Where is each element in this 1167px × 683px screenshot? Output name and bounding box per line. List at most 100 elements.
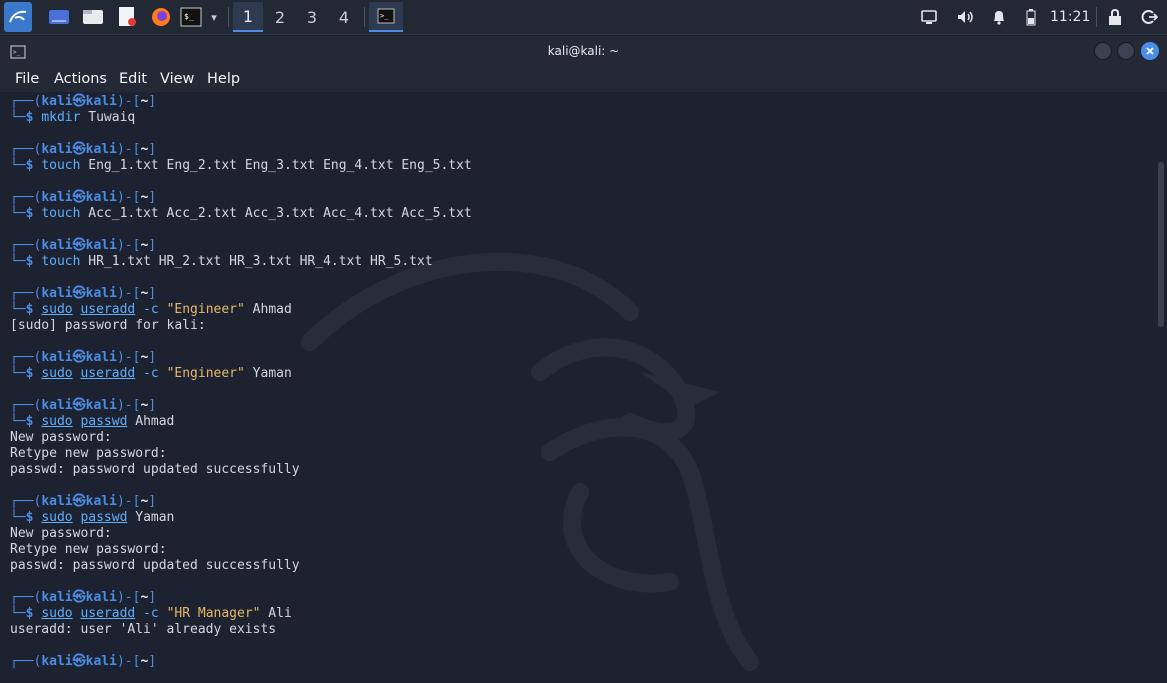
prompt-user: kali [41,94,73,109]
prompt-frame: )-[ [116,286,141,301]
notification-bell-icon[interactable] [988,2,1010,32]
lock-icon[interactable] [1104,2,1126,32]
prompt-symbol: ㉿ [72,238,86,253]
chevron-down-icon[interactable]: ▾ [205,2,223,32]
prompt-frame: └─ [10,414,26,429]
workspace-1[interactable]: 1 [233,2,263,32]
command-line: └─$ touch Eng_1.txt Eng_2.txt Eng_3.txt … [10,158,472,174]
prompt-user: kali [41,350,73,365]
prompt-frame: ] [148,286,157,301]
prompt-frame: ┌──( [10,238,42,253]
workspace-2[interactable]: 2 [265,2,295,32]
menu-view[interactable]: View [160,66,194,92]
prompt-frame: ] [148,142,157,157]
minimize-button[interactable] [1094,42,1112,60]
window-titlebar[interactable]: >_ kali@kali: ~ [0,36,1167,66]
prompt-frame: ┌──( [10,494,42,509]
display-icon[interactable] [918,2,940,32]
panel-separator [228,7,229,27]
prompt-frame: └─ [10,206,26,221]
prompt-user: kali [41,654,73,669]
terminal-window-icon[interactable]: >_ [369,2,403,32]
prompt-symbol: ㉿ [72,286,86,301]
prompt-frame: ] [148,654,157,669]
command-flag: -c [135,366,159,381]
command-args: Tuwaiq [80,110,136,125]
prompt-frame: └─ [10,110,26,125]
kali-menu-icon[interactable] [4,2,32,32]
prompt-user: kali [41,590,73,605]
text-editor-icon[interactable] [114,2,140,32]
prompt-frame: ] [148,190,157,205]
terminal-icon[interactable]: $_ [179,2,203,32]
command-line: └─$ sudo useradd -c "Engineer" Ahmad [10,302,472,318]
command-name: touch [41,206,81,221]
prompt-host: kali [85,590,117,605]
prompt-host: kali [85,94,117,109]
prompt-frame: ┌──( [10,286,42,301]
prompt-frame: )-[ [116,190,141,205]
file-manager-icon[interactable] [80,2,106,32]
sudo-keyword: sudo [41,510,73,525]
output-text: New password: [10,526,112,541]
prompt-frame: ┌──( [10,350,42,365]
prompt-frame: ] [148,94,157,109]
close-button[interactable] [1141,42,1159,60]
prompt-frame: )-[ [116,654,141,669]
command-line: └─$ sudo passwd Ahmad [10,414,472,430]
top-panel: $_ ▾ 1 2 3 4 >_ 11:21 [0,0,1167,35]
prompt-user: kali [41,494,73,509]
menu-actions[interactable]: Actions [54,66,107,92]
battery-icon[interactable] [1022,2,1040,32]
command-name: mkdir [41,110,81,125]
firefox-icon[interactable] [148,2,174,32]
output-text: New password: [10,430,112,445]
menu-bar: File Actions Edit View Help [0,66,1167,92]
menu-edit[interactable]: Edit [119,66,147,92]
menu-file[interactable]: File [15,66,39,92]
command-line: └─$ mkdir Tuwaiq [10,110,472,126]
prompt-symbol: ㉿ [72,190,86,205]
panel-separator [364,7,365,27]
prompt-host: kali [85,190,117,205]
command-string: "HR Manager" [166,606,261,621]
workspace-4[interactable]: 4 [329,2,359,32]
output-text: [sudo] password for kali: [10,318,206,333]
clock[interactable]: 11:21 [1050,0,1090,34]
command-name: passwd [80,510,128,525]
terminal-output[interactable]: ┌──(kali㉿kali)-[~] └─$ mkdir Tuwaiq ┌──(ka… [0,92,1167,683]
command-name: touch [41,254,81,269]
output-text: Retype new password: [10,446,167,461]
prompt-frame: ] [148,350,157,365]
output-line: Retype new password: [10,446,472,462]
prompt-symbol: ㉿ [72,142,86,157]
command-name: useradd [80,366,136,381]
command-line: └─$ sudo useradd -c "HR Manager" Ali [10,606,472,622]
prompt-line: ┌──(kali㉿kali)-[~] [10,398,472,414]
prompt-frame: ┌──( [10,142,42,157]
scrollbar[interactable] [1158,162,1164,327]
terminal-lines: ┌──(kali㉿kali)-[~] └─$ mkdir Tuwaiq ┌──(ka… [10,94,472,670]
sudo-keyword: sudo [41,302,73,317]
prompt-line: ┌──(kali㉿kali)-[~] [10,238,472,254]
prompt-line: ┌──(kali㉿kali)-[~] [10,94,472,110]
logout-icon[interactable] [1138,2,1160,32]
prompt-frame: )-[ [116,494,141,509]
command-line: └─$ sudo passwd Yaman [10,510,472,526]
command-name: passwd [80,414,128,429]
maximize-button[interactable] [1117,42,1135,60]
sudo-keyword: sudo [41,606,73,621]
menu-help[interactable]: Help [207,66,240,92]
output-line: passwd: password updated successfully [10,462,472,478]
volume-icon[interactable] [953,2,977,32]
workspace-3[interactable]: 3 [297,2,327,32]
command-args: HR_1.txt HR_2.txt HR_3.txt HR_4.txt HR_5… [80,254,433,269]
desktop-icon[interactable] [46,2,72,32]
prompt-frame: ] [148,494,157,509]
prompt-frame: )-[ [116,590,141,605]
